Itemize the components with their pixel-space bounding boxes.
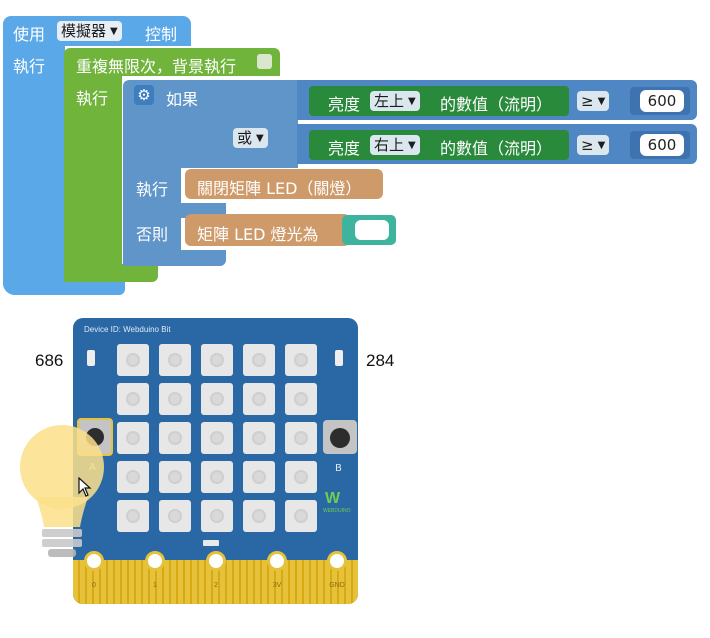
led-pixel — [117, 461, 149, 493]
pin-hole[interactable] — [145, 551, 165, 571]
operator-dropdown-1[interactable]: ≥ ▼ — [577, 91, 610, 111]
triangle-down-icon: ▼ — [597, 95, 606, 107]
pin-hole[interactable] — [206, 551, 226, 571]
led-pixel — [243, 383, 275, 415]
pin-label: 2 — [214, 582, 218, 589]
led-pixel — [285, 344, 317, 376]
led-pixel — [159, 383, 191, 415]
led-pixel — [243, 500, 275, 532]
pin-hole[interactable] — [327, 551, 347, 571]
sensor-position-label-1: 左上 — [374, 92, 405, 110]
led-pixel — [201, 461, 233, 493]
led-pixel — [285, 422, 317, 454]
device-id-label: Device ID: Webduino Bit — [84, 325, 171, 334]
triangle-down-icon: ▼ — [110, 25, 118, 37]
led-pixel — [159, 461, 191, 493]
if-else-block-foot[interactable] — [123, 250, 226, 266]
brightness-label-1: 亮度 — [328, 95, 361, 114]
sensor-position-dropdown-2[interactable]: 右上 ▼ — [370, 135, 420, 155]
led-pixel — [243, 344, 275, 376]
triangle-down-icon: ▼ — [256, 132, 264, 144]
brightness-label-2: 亮度 — [328, 139, 361, 158]
connector-bar — [203, 540, 219, 546]
use-device-block-body[interactable] — [3, 44, 65, 295]
led-pixel — [201, 383, 233, 415]
lumen-label-1: 的數值（流明） — [440, 95, 553, 114]
threshold-input-1[interactable]: 600 — [640, 90, 684, 112]
led-color-label: 矩陣 LED 燈光為 — [197, 225, 319, 244]
use-label: 使用 — [13, 25, 46, 44]
led-pixel — [201, 500, 233, 532]
or-dropdown-label: 或 — [237, 129, 253, 147]
repeat-label: 重複無限次，背景執行 — [76, 57, 237, 76]
led-pixel — [159, 500, 191, 532]
triangle-down-icon: ▼ — [408, 139, 416, 151]
if-label: 如果 — [166, 90, 199, 109]
webduino-logo-text: WEBDUINO — [323, 508, 351, 514]
or-dropdown[interactable]: 或 ▼ — [233, 128, 268, 148]
led-off-label: 關閉矩陣 LED（關燈） — [197, 179, 362, 198]
pin-label: 1 — [153, 582, 157, 589]
pin-label: GND — [329, 582, 345, 589]
control-label: 控制 — [145, 25, 178, 44]
pin-hole[interactable] — [267, 551, 287, 571]
else-label: 否則 — [136, 225, 169, 244]
led-pixel — [117, 383, 149, 415]
gear-icon[interactable]: ⚙ — [134, 85, 154, 105]
led-pixel — [285, 383, 317, 415]
led-pixel — [117, 500, 149, 532]
triangle-down-icon: ▼ — [408, 95, 416, 107]
background-checkbox[interactable] — [257, 54, 272, 69]
operator-label-2: ≥ — [581, 136, 594, 154]
execute-label-2: 執行 — [76, 89, 109, 108]
device-dropdown-label: 模擬器 — [61, 22, 107, 40]
pin-label: 0 — [92, 582, 96, 589]
button-b[interactable] — [323, 420, 357, 454]
right-light-sensor[interactable] — [335, 350, 343, 366]
or-logic-block[interactable] — [227, 80, 297, 168]
button-b-label: B — [335, 463, 342, 474]
led-pixel — [285, 461, 317, 493]
led-pixel — [243, 461, 275, 493]
operator-label-1: ≥ — [581, 92, 594, 110]
left-light-sensor-value: 686 — [35, 351, 64, 370]
pin-label: 3V — [272, 582, 282, 589]
left-light-sensor[interactable] — [87, 350, 95, 366]
led-pixel — [243, 422, 275, 454]
color-swatch[interactable] — [355, 220, 389, 240]
led-pixel — [201, 422, 233, 454]
right-light-sensor-value: 284 — [366, 351, 395, 370]
sensor-position-label-2: 右上 — [374, 136, 405, 154]
triangle-down-icon: ▼ — [597, 139, 606, 151]
webduino-bit-board: Device ID: Webduino Bit A B W WEBDUINO 0… — [73, 318, 358, 604]
device-dropdown[interactable]: 模擬器 ▼ — [57, 21, 122, 41]
mouse-cursor-icon — [78, 477, 92, 497]
led-pixel — [285, 500, 317, 532]
lumen-label-2: 的數值（流明） — [440, 139, 553, 158]
operator-dropdown-2[interactable]: ≥ ▼ — [577, 135, 610, 155]
led-pixel — [201, 344, 233, 376]
led-pixel — [117, 422, 149, 454]
execute-label-1: 執行 — [13, 57, 46, 76]
webduino-logo-icon: W — [325, 490, 341, 507]
threshold-input-2[interactable]: 600 — [640, 134, 684, 156]
then-label: 執行 — [136, 180, 169, 199]
repeat-forever-block-foot[interactable] — [64, 264, 158, 282]
sensor-position-dropdown-1[interactable]: 左上 ▼ — [370, 91, 420, 111]
led-pixel — [117, 344, 149, 376]
light-bulb-icon — [20, 425, 104, 557]
led-pixel — [159, 344, 191, 376]
led-pixel — [159, 422, 191, 454]
